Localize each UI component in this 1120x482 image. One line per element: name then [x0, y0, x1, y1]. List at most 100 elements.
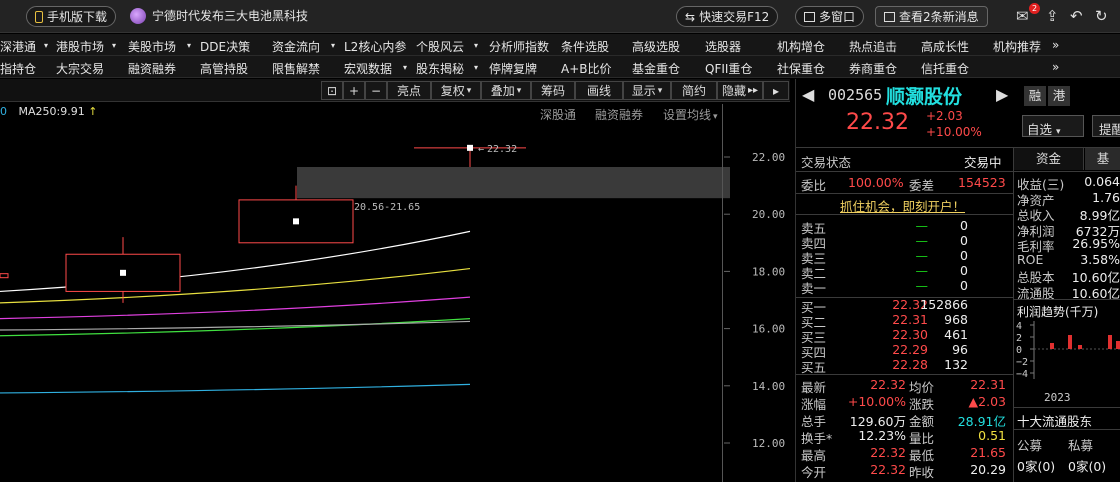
menu-item-11[interactable]: QFII重仓 [705, 60, 752, 77]
mail-icon[interactable]: ✉ [1016, 6, 1029, 26]
menu-item-2[interactable]: 港股市场 [56, 38, 104, 55]
menu-item-15[interactable]: 机构推荐 [993, 38, 1041, 55]
zoom-in-icon[interactable]: + [343, 81, 365, 100]
stat-label: 今开 [801, 465, 827, 480]
menu-item-10[interactable]: 高级选股 [632, 38, 680, 55]
menu-item-6[interactable]: 宏观数据 [344, 60, 392, 77]
top-bar: 手机版下载 宁德时代发布三大电池黑科技 ⇆ 快速交易F12 多窗口 查看2条新消… [0, 0, 1120, 33]
menu-item-7[interactable]: 股东揭秘 [416, 60, 464, 77]
menu-item-11[interactable]: 选股器 [705, 38, 741, 55]
candle-center-marker [293, 218, 299, 225]
simple-button[interactable]: 简约 [671, 81, 717, 100]
collapse-arrow-icon[interactable]: ▸ [763, 81, 789, 100]
chevron-down-icon: ▾ [331, 41, 336, 50]
view-news-button[interactable]: 查看2条新消息 [875, 6, 988, 27]
y-tick-label: 22.00 [752, 151, 785, 164]
profit-bar [1050, 343, 1054, 349]
next-stock-icon[interactable]: ▶ [996, 85, 1008, 104]
up-arrow-icon: ↑ [88, 105, 98, 118]
profit-bar [1116, 341, 1120, 349]
prev-stock-icon[interactable]: ◀ [802, 85, 814, 104]
menu-more-icon[interactable]: » [1052, 60, 1059, 74]
fund-value: 0.064 [1084, 174, 1120, 189]
menu-item-14[interactable]: 高成长性 [921, 38, 969, 55]
lock-icon[interactable]: ⊡ [321, 81, 343, 100]
weicha-label: 委差 [909, 178, 935, 193]
set-ma-link[interactable]: 设置均线 ▾ [663, 106, 718, 123]
stat-value: 0.51 [978, 428, 1006, 443]
stat-value: 22.32 [870, 445, 906, 460]
kline-chart[interactable]: 22.00 20.00 18.00 16.00 14.00 12.00 ← 22.32 20.5… [0, 102, 790, 482]
stat-value: 22.32 [870, 462, 906, 477]
open-account-link[interactable]: 抓住机会，即刻开户！ [840, 196, 965, 215]
quick-trade-button[interactable]: ⇆ 快速交易F12 [676, 6, 779, 27]
menu-item-2[interactable]: 大宗交易 [56, 60, 104, 77]
zoom-out-icon[interactable]: − [365, 81, 387, 100]
profit-bar [1078, 345, 1082, 349]
mobile-download-button[interactable]: 手机版下载 [26, 6, 117, 27]
hide-button[interactable]: 隐藏 ▸▸ [717, 81, 763, 100]
display-button[interactable]: 显示 ▾ [623, 81, 671, 100]
stat-value: 20.29 [970, 462, 1006, 477]
margin-link[interactable]: 融资融券 [595, 106, 643, 123]
window-icon [804, 11, 815, 22]
menu-item-12[interactable]: 机构增仓 [777, 38, 825, 55]
order-volume: 132 [944, 357, 968, 372]
menu-item-5[interactable]: 限售解禁 [272, 60, 320, 77]
limit-gap-band [297, 167, 730, 199]
menu-item-8[interactable]: 分析师指数 [489, 38, 549, 55]
divider [796, 193, 1013, 194]
tab-basic[interactable]: 基 [1085, 148, 1120, 170]
menu-item-3[interactable]: 美股市场 [128, 38, 176, 55]
highlight-button[interactable]: 亮点 [387, 81, 431, 100]
draw-line-button[interactable]: 画线 [575, 81, 623, 100]
multi-window-button[interactable]: 多窗口 [795, 6, 865, 27]
stat-value: ▲2.03 [968, 394, 1006, 409]
hide-label: 隐藏 [721, 84, 746, 98]
menu-item-5[interactable]: 资金流向 [272, 38, 320, 55]
chevron-down-icon: ▾ [516, 85, 522, 96]
hk-connect-tag[interactable]: 港 [1048, 86, 1070, 106]
menu-item-4[interactable]: DDE决策 [200, 38, 250, 55]
menu-item-13[interactable]: 热点追击 [849, 38, 897, 55]
margin-tag[interactable]: 融 [1024, 86, 1046, 106]
menu-item-14[interactable]: 信托重仓 [921, 60, 969, 77]
back-icon[interactable]: ↶ [1070, 6, 1083, 26]
menu-item-4[interactable]: 高管持股 [200, 60, 248, 77]
restore-rights-button[interactable]: 复权 ▾ [431, 81, 481, 100]
news-ticker[interactable]: 宁德时代发布三大电池黑科技 [130, 7, 308, 24]
news-logo-icon [130, 7, 146, 24]
menu-item-6[interactable]: L2核心内参 [344, 38, 406, 55]
menu-item-9[interactable]: 条件选股 [561, 38, 609, 55]
remind-button[interactable]: 提醒 [1092, 115, 1120, 137]
stat-value: +10.00% [847, 394, 906, 409]
sgt-link[interactable]: 深股通 [540, 106, 576, 123]
menu-item-8[interactable]: 停牌复牌 [489, 60, 537, 77]
menu-row-1: 深港通 ▾ 港股市场 ▾ 美股市场 ▾ DDE决策 资金流向 ▾ L2核心内参 个股风云 ▾ 分析师指数… [0, 34, 1120, 56]
ma-line-6 [0, 383, 471, 394]
menu-item-1[interactable]: 指持仓 [0, 60, 36, 77]
refresh-icon[interactable]: ↻ [1095, 6, 1108, 26]
weibi-label: 委比 [801, 178, 827, 193]
watchlist-button[interactable]: 自选 ▾ [1022, 115, 1084, 137]
multi-window-label: 多窗口 [819, 10, 856, 24]
menu-item-1[interactable]: 深港通 [0, 38, 36, 55]
stat-value: 21.65 [970, 445, 1006, 460]
menu-item-7[interactable]: 个股风云 [416, 38, 464, 55]
trade-status-value: 交易中 [964, 155, 1002, 170]
y-tick-label: 12.00 [752, 437, 785, 450]
menu-item-9[interactable]: A+B比价 [561, 60, 612, 77]
overlay-button[interactable]: 叠加 ▾ [481, 81, 531, 100]
menu-item-12[interactable]: 社保重仓 [777, 60, 825, 77]
chevron-down-icon: ▾ [44, 41, 49, 50]
divider [1014, 171, 1120, 172]
menu-item-13[interactable]: 券商重仓 [849, 60, 897, 77]
menu-item-10[interactable]: 基金重仓 [632, 60, 680, 77]
tab-funds[interactable]: 资金 [1014, 148, 1084, 170]
upload-icon[interactable]: ⇪ [1046, 6, 1059, 26]
chips-button[interactable]: 筹码 [531, 81, 575, 100]
menu-more-icon[interactable]: » [1052, 38, 1059, 52]
menu-item-3[interactable]: 融资融券 [128, 60, 176, 77]
divider [796, 214, 1013, 215]
double-right-icon: ▸▸ [747, 85, 759, 96]
